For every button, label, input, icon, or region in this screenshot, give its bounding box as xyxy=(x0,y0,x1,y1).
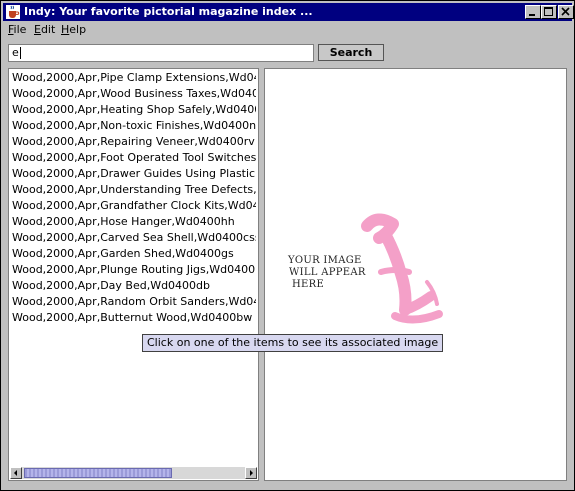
java-cup-icon[interactable] xyxy=(6,5,20,19)
list-item[interactable]: Wood,2000,Apr,Repairing Veneer,Wd0400rv xyxy=(12,135,256,151)
image-panel: YOUR IMAGE WILL APPEAR HERE xyxy=(264,68,567,481)
menu-help[interactable]: Help xyxy=(61,23,86,36)
menu-file[interactable]: File xyxy=(8,23,26,36)
list-item[interactable]: Wood,2000,Apr,Garden Shed,Wd0400gs xyxy=(12,247,256,263)
minimize-icon xyxy=(529,14,535,16)
maximize-icon xyxy=(544,7,553,16)
scroll-thumb[interactable] xyxy=(24,468,172,478)
text-caret xyxy=(19,47,21,59)
list-item[interactable]: Wood,2000,Apr,Plunge Routing Jigs,Wd0400… xyxy=(12,263,256,279)
minimize-button[interactable] xyxy=(525,5,541,19)
close-button[interactable] xyxy=(558,5,574,19)
arrow-left-icon xyxy=(14,470,17,476)
placeholder-line-3: HERE xyxy=(292,279,325,290)
title-bar[interactable]: Indy: Your favorite pictorial magazine i… xyxy=(3,3,574,21)
arrow-right-icon xyxy=(250,470,253,476)
tooltip: Click on one of the items to see its ass… xyxy=(142,334,444,352)
menu-file-label: ile xyxy=(13,23,27,36)
search-input-value: e xyxy=(12,46,19,59)
list-item[interactable]: Wood,2000,Apr,Drawer Guides Using Plasti… xyxy=(12,167,256,183)
results-list: Wood,2000,Apr,Pipe Clamp Extensions,Wd04… xyxy=(12,71,258,327)
list-item[interactable]: Wood,2000,Apr,Wood Business Taxes,Wd0400… xyxy=(12,87,256,103)
list-item[interactable]: Wood,2000,Apr,Foot Operated Tool Switche… xyxy=(12,151,256,167)
list-item[interactable]: Wood,2000,Apr,Day Bed,Wd0400db xyxy=(12,279,256,295)
list-item[interactable]: Wood,2000,Apr,Random Orbit Sanders,Wd040… xyxy=(12,295,256,311)
results-list-panel[interactable]: Wood,2000,Apr,Pipe Clamp Extensions,Wd04… xyxy=(8,68,259,481)
horizontal-scrollbar[interactable] xyxy=(10,467,257,479)
list-item[interactable]: Wood,2000,Apr,Carved Sea Shell,Wd0400css xyxy=(12,231,256,247)
menu-bar: File Edit Help xyxy=(3,22,572,39)
image-placeholder-text: YOUR IMAGE WILL APPEAR HERE xyxy=(288,255,388,291)
placeholder-line-1: YOUR IMAGE xyxy=(288,255,362,266)
search-button[interactable]: Search xyxy=(318,44,384,61)
maximize-button[interactable] xyxy=(541,5,557,19)
menu-edit[interactable]: Edit xyxy=(34,23,55,36)
menu-help-label: elp xyxy=(69,23,87,36)
menu-edit-label: dit xyxy=(40,23,56,36)
menu-edit-mnemonic: E xyxy=(34,23,41,36)
placeholder-line-2: WILL APPEAR xyxy=(289,267,366,278)
search-input[interactable]: e xyxy=(8,44,314,62)
window-title: Indy: Your favorite pictorial magazine i… xyxy=(24,5,313,18)
list-item[interactable]: Wood,2000,Apr,Grandfather Clock Kits,Wd0… xyxy=(12,199,256,215)
scroll-right-button[interactable] xyxy=(245,467,257,479)
list-item[interactable]: Wood,2000,Apr,Butternut Wood,Wd0400bw xyxy=(12,311,256,327)
scroll-track[interactable] xyxy=(22,467,245,479)
list-item[interactable]: Wood,2000,Apr,Non-toxic Finishes,Wd0400n… xyxy=(12,119,256,135)
list-item[interactable]: Wood,2000,Apr,Heating Shop Safely,Wd0400… xyxy=(12,103,256,119)
list-item[interactable]: Wood,2000,Apr,Understanding Tree Defects… xyxy=(12,183,256,199)
scroll-left-button[interactable] xyxy=(10,467,22,479)
app-window: Indy: Your favorite pictorial magazine i… xyxy=(0,0,575,491)
list-item[interactable]: Wood,2000,Apr,Hose Hanger,Wd0400hh xyxy=(12,215,256,231)
close-icon xyxy=(561,7,570,16)
list-item[interactable]: Wood,2000,Apr,Pipe Clamp Extensions,Wd04… xyxy=(12,71,256,87)
